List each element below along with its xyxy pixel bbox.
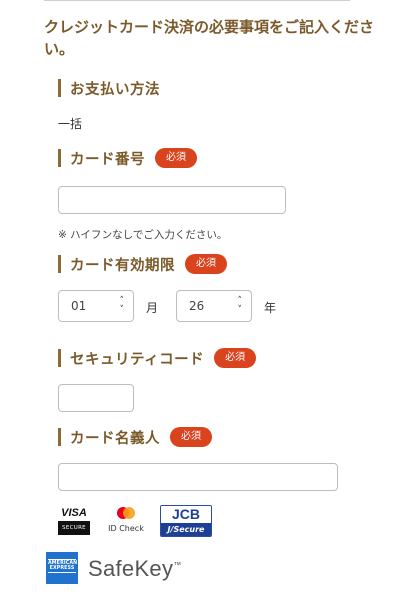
visa-secure-strip: SECURE <box>58 521 90 535</box>
security-code-label: セキュリティコード <box>70 351 205 368</box>
section-card-number: カード番号 必須 <box>58 148 197 168</box>
id-check-text: ID Check <box>108 524 144 533</box>
mastercard-circles-icon <box>117 507 135 519</box>
amex-word-bottom: EXPRESS <box>49 566 75 571</box>
card-number-input[interactable] <box>58 186 286 214</box>
page-heading: クレジットカード決済の必要事項をご記入ください。 <box>44 18 375 58</box>
security-code-input[interactable] <box>58 384 134 412</box>
payment-method-value: 一括 <box>58 117 83 131</box>
section-accent-bar <box>58 349 61 367</box>
expiry-label: カード有効期限 <box>70 257 175 274</box>
section-accent-bar <box>58 149 61 167</box>
section-accent-bar <box>58 255 61 273</box>
jcb-jsecure-logo: JCB J/Secure <box>160 505 212 537</box>
mastercard-id-check-logo: ID Check <box>106 506 146 536</box>
section-payment-method: お支払い方法 <box>58 78 160 98</box>
select-chevron-icon: ˄ ˅ <box>119 296 125 315</box>
card-name-label: カード名義人 <box>70 430 160 447</box>
select-chevron-icon: ˄ ˅ <box>237 296 243 315</box>
payment-method-label: お支払い方法 <box>70 81 160 98</box>
amex-logo: AMERICAN EXPRESS <box>46 552 78 584</box>
required-badge: 必須 <box>170 427 212 447</box>
year-unit: 年 <box>264 301 277 315</box>
safekey-trademark: ™ <box>173 560 182 570</box>
required-badge: 必須 <box>214 348 257 368</box>
section-accent-bar <box>58 79 61 97</box>
required-badge: 必須 <box>155 148 197 168</box>
section-security-code: セキュリティコード 必須 <box>58 348 257 368</box>
jcb-wordmark: JCB <box>161 506 211 523</box>
section-accent-bar <box>58 428 61 446</box>
expiry-month-value: 01 <box>71 299 87 313</box>
card-number-label: カード番号 <box>70 151 145 168</box>
card-name-input[interactable] <box>58 463 338 491</box>
amex-wordmark: AMERICAN EXPRESS <box>48 559 77 573</box>
month-unit: 月 <box>146 301 159 315</box>
expiry-year-select[interactable]: 26 ˄ ˅ <box>176 290 252 322</box>
jsecure-strip: J/Secure <box>161 523 211 536</box>
safekey-text: SafeKey <box>88 556 174 581</box>
card-number-note: ※ ハイフンなしでご入力ください。 <box>58 229 228 241</box>
required-badge: 必須 <box>185 254 227 274</box>
visa-wordmark: VISA <box>61 507 87 519</box>
expiry-month-select[interactable]: 01 ˄ ˅ <box>58 290 134 322</box>
section-expiry: カード有効期限 必須 <box>58 254 227 274</box>
top-divider <box>44 0 350 1</box>
visa-secure-logo: VISA SECURE <box>58 505 90 537</box>
safekey-logo: SafeKey™ <box>88 556 182 582</box>
section-card-name: カード名義人 必須 <box>58 427 212 447</box>
expiry-year-value: 26 <box>189 299 205 313</box>
